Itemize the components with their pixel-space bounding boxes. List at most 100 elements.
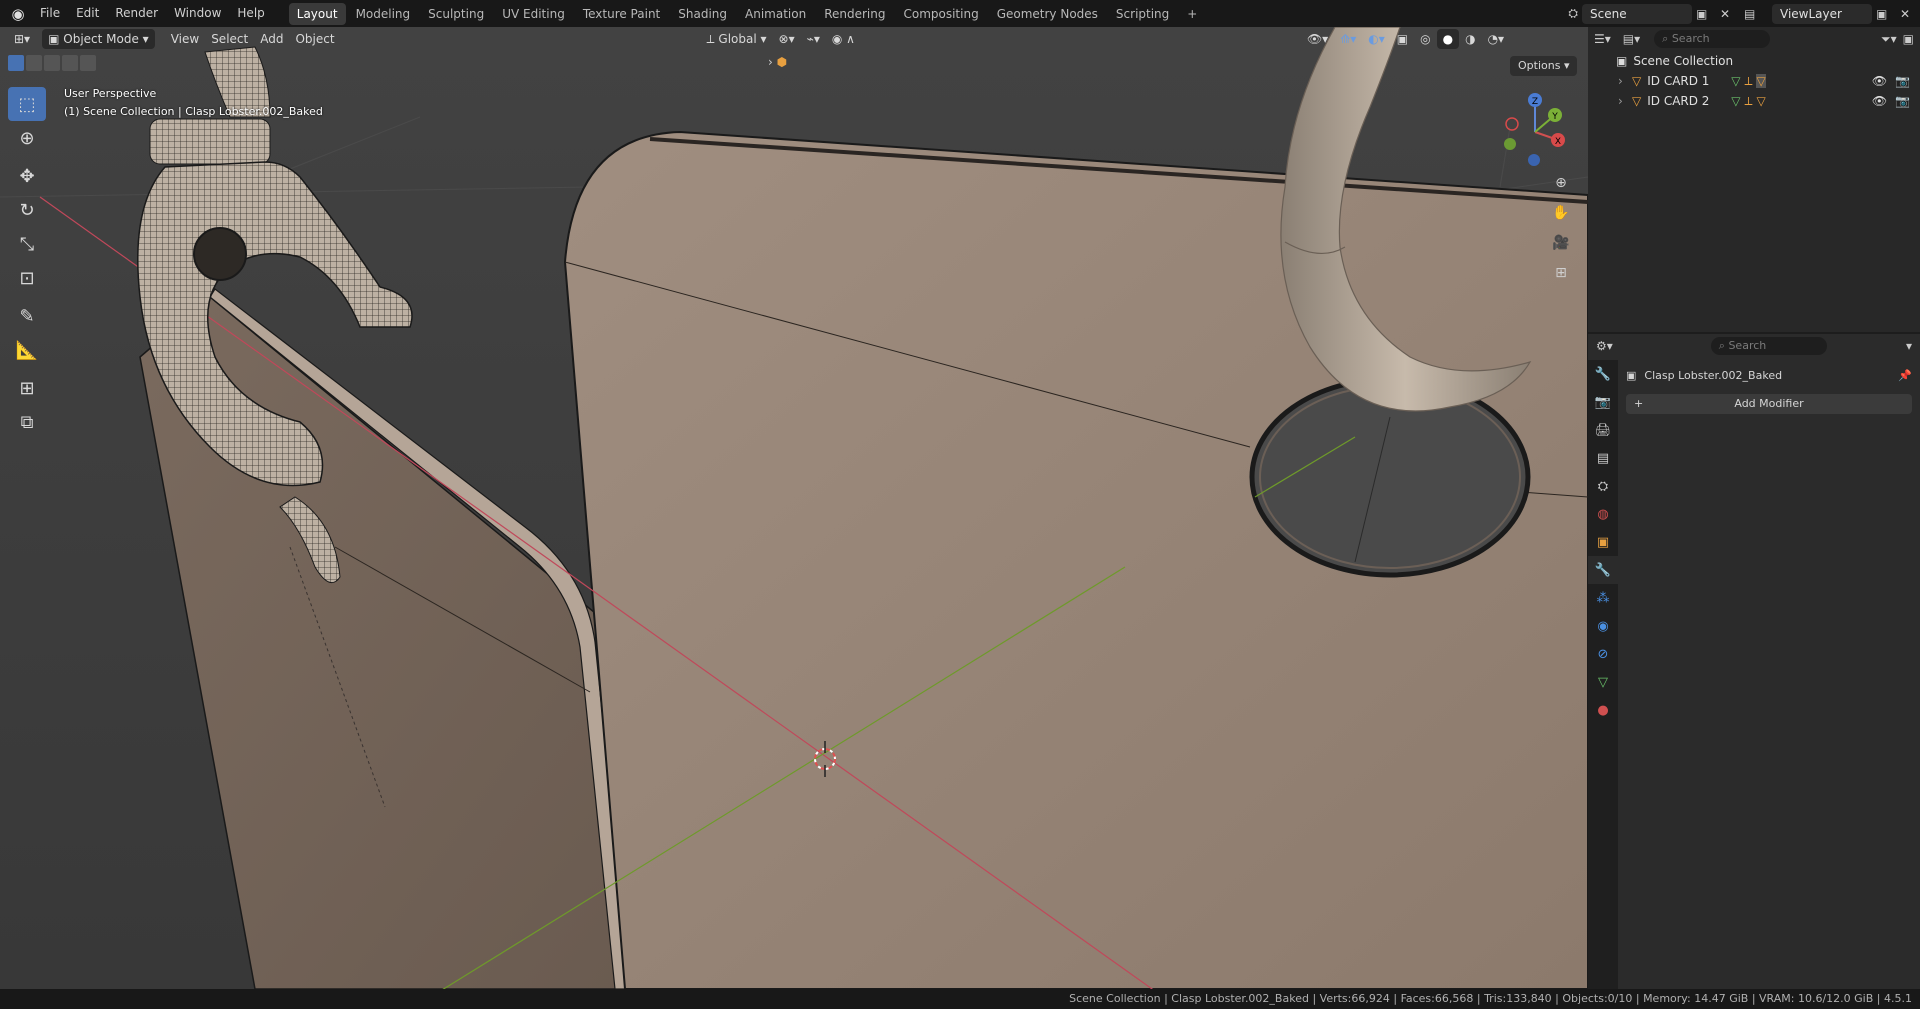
tool-tab-icon[interactable]: 🔧 [1588, 360, 1618, 388]
menu-edit[interactable]: Edit [68, 0, 107, 27]
add-cube-tool-icon[interactable]: ⊞ [8, 371, 46, 405]
tab-uv-editing[interactable]: UV Editing [494, 3, 573, 25]
tab-layout[interactable]: Layout [288, 2, 346, 25]
remove-view-layer-icon[interactable]: ✕ [1900, 7, 1920, 21]
gizmo-neg-z-icon[interactable] [1528, 154, 1540, 166]
modifier-tab-icon[interactable]: 🔧 [1588, 556, 1618, 584]
measure-tool-icon[interactable]: 📐 [8, 333, 46, 367]
snap-icon[interactable]: ⌁▾ [801, 29, 826, 49]
filter-icon[interactable]: ⏷▾ [1881, 32, 1897, 47]
outliner-row-id-card-2[interactable]: › ▽ ID CARD 2 ▽ ⟂ ▽ 👁 📷 [1588, 91, 1920, 111]
select-intersect-icon[interactable] [80, 55, 96, 71]
move-tool-icon[interactable]: ✥ [8, 159, 46, 193]
transform-tool-icon[interactable]: ⊡ [8, 261, 46, 295]
view-layer-selector[interactable]: ViewLayer [1772, 3, 1872, 24]
solid-shading-icon[interactable]: ● [1436, 29, 1460, 49]
menu-help[interactable]: Help [229, 0, 272, 27]
display-mode-icon[interactable]: ▤▾ [1623, 32, 1640, 46]
scene-icon[interactable]: ⛭ [1568, 6, 1578, 21]
wireframe-shading-icon[interactable]: ◎ [1414, 29, 1436, 49]
camera-view-icon[interactable]: 🎥 [1547, 229, 1575, 257]
view-layer-icon[interactable]: ▤ [1744, 7, 1768, 21]
navigation-gizmo[interactable]: Z X Y [1500, 87, 1570, 167]
outliner-row-id-card-1[interactable]: › ▽ ID CARD 1 ▽ ⟂ ▽ 👁 📷 [1588, 71, 1920, 91]
gizmo-neg-x-icon[interactable] [1505, 117, 1519, 131]
new-scene-icon[interactable]: ▣ [1696, 7, 1716, 21]
blender-logo-icon[interactable]: ◉ [4, 0, 32, 27]
add-modifier-button[interactable]: + Add Modifier [1626, 394, 1912, 414]
expand-arrow-icon[interactable]: › [1618, 94, 1632, 108]
3d-viewport[interactable]: ⊞▾ ▣ Object Mode ▾ View Select Add Objec… [0, 27, 1588, 989]
physics-tab-icon[interactable]: ◉ [1588, 612, 1618, 640]
add-primitive-tool-icon[interactable]: ⧉ [8, 405, 46, 439]
menu-window[interactable]: Window [166, 0, 229, 27]
tab-shading[interactable]: Shading [670, 3, 735, 25]
gizmo-toggle-icon[interactable]: ⟰▾ [1334, 29, 1362, 49]
select-subtract-icon[interactable] [44, 55, 60, 71]
visibility-eye-icon[interactable]: 👁 [1872, 94, 1887, 108]
world-tab-icon[interactable]: ◍ [1588, 500, 1618, 528]
options-button[interactable]: Options ▾ [1510, 56, 1578, 76]
menu-file[interactable]: File [32, 0, 68, 27]
tab-texture-paint[interactable]: Texture Paint [575, 3, 668, 25]
zoom-icon[interactable]: ⊕ [1547, 169, 1575, 197]
menu-view[interactable]: View [165, 29, 205, 49]
pan-hand-icon[interactable]: ✋ [1547, 199, 1575, 227]
data-tab-icon[interactable]: ▽ [1588, 668, 1618, 696]
expand-arrow-icon[interactable]: › [1618, 74, 1632, 88]
xray-icon[interactable]: ▣ [1391, 29, 1414, 49]
new-view-layer-icon[interactable]: ▣ [1876, 7, 1896, 21]
remove-scene-icon[interactable]: ✕ [1720, 7, 1740, 21]
select-new-icon[interactable] [8, 55, 24, 71]
outliner-search-input[interactable]: ⌕ Search [1654, 30, 1771, 48]
tab-compositing[interactable]: Compositing [895, 3, 986, 25]
constraints-tab-icon[interactable]: ⊘ [1588, 640, 1618, 668]
cursor-tool-icon[interactable]: ⊕ [8, 121, 46, 155]
visibility-icon[interactable]: 👁▾ [1301, 29, 1334, 49]
tab-scripting[interactable]: Scripting [1108, 3, 1177, 25]
editor-type-icon[interactable]: ⊞▾ [8, 29, 36, 49]
annotate-tool-icon[interactable]: ✎ [8, 299, 46, 333]
scene-selector[interactable]: Scene [1582, 3, 1692, 24]
gizmo-neg-y-icon[interactable] [1504, 138, 1516, 150]
transform-orientation-selector[interactable]: ⟂ Global ▾ [701, 29, 773, 49]
particles-tab-icon[interactable]: ⁂ [1588, 584, 1618, 612]
outliner-editor-icon[interactable]: ☰▾ [1594, 32, 1611, 46]
tab-animation[interactable]: Animation [737, 3, 814, 25]
object-tab-icon[interactable]: ▣ [1588, 528, 1618, 556]
tab-rendering[interactable]: Rendering [816, 3, 893, 25]
new-collection-icon[interactable]: ▣ [1903, 32, 1914, 46]
output-tab-icon[interactable]: 🖨 [1588, 416, 1618, 444]
scale-tool-icon[interactable]: ⤡ [8, 227, 46, 261]
material-shading-icon[interactable]: ◑ [1459, 29, 1481, 49]
tab-geometry-nodes[interactable]: Geometry Nodes [989, 3, 1106, 25]
pivot-icon[interactable]: ⊗▾ [773, 29, 801, 49]
material-tab-icon[interactable]: ● [1588, 696, 1618, 724]
menu-add[interactable]: Add [254, 29, 289, 49]
select-invert-icon[interactable] [62, 55, 78, 71]
select-box-tool-icon[interactable]: ⬚ [8, 87, 46, 121]
proportional-edit-icon[interactable]: ◉ ∧ [826, 29, 861, 49]
rotate-tool-icon[interactable]: ↻ [8, 193, 46, 227]
view-layer-tab-icon[interactable]: ▤ [1588, 444, 1618, 472]
menu-select[interactable]: Select [205, 29, 254, 49]
menu-object[interactable]: Object [289, 29, 340, 49]
mode-selector[interactable]: ▣ Object Mode ▾ [42, 29, 155, 49]
visibility-eye-icon[interactable]: 👁 [1872, 74, 1887, 88]
tab-modeling[interactable]: Modeling [348, 3, 419, 25]
rendered-shading-icon[interactable]: ◔▾ [1482, 29, 1511, 49]
outliner-row-scene-collection[interactable]: ▣ Scene Collection [1588, 51, 1920, 71]
ortho-toggle-icon[interactable]: ⊞ [1547, 259, 1575, 287]
menu-render[interactable]: Render [107, 0, 166, 27]
properties-editor-icon[interactable]: ⚙▾ [1596, 339, 1613, 353]
render-camera-icon[interactable]: 📷 [1895, 74, 1910, 88]
render-camera-icon[interactable]: 📷 [1895, 94, 1910, 108]
scene-tab-icon[interactable]: ⛭ [1588, 472, 1618, 500]
chevron-down-icon[interactable]: ▾ [1906, 339, 1912, 353]
breadcrumb-toggle[interactable]: › ⬢ [768, 55, 787, 69]
pin-icon[interactable]: 📌 [1898, 369, 1912, 382]
overlay-toggle-icon[interactable]: ◐▾ [1362, 29, 1391, 49]
select-extend-icon[interactable] [26, 55, 42, 71]
tab-sculpting[interactable]: Sculpting [420, 3, 492, 25]
render-tab-icon[interactable]: 📷 [1588, 388, 1618, 416]
